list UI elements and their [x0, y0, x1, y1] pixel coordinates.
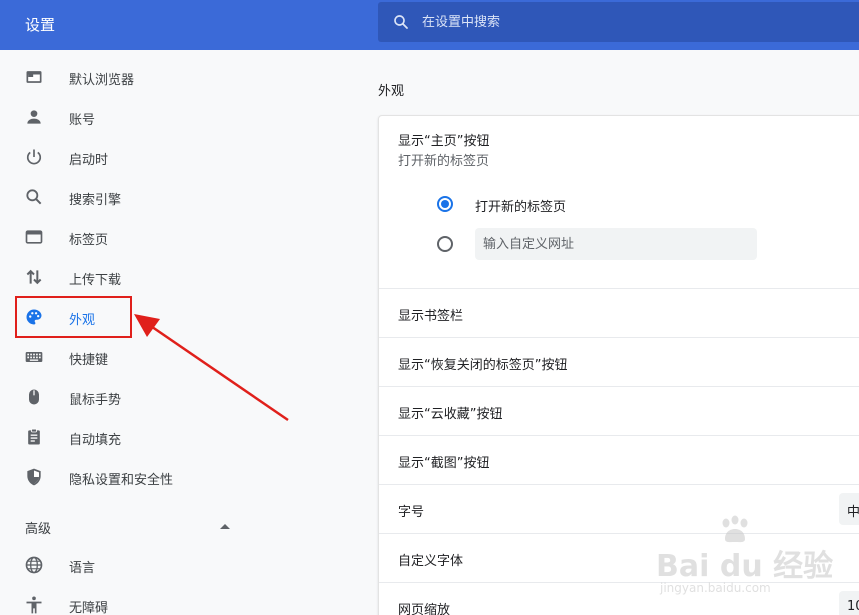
row-label: 自定义字体 — [398, 554, 464, 569]
radio-button[interactable] — [437, 236, 453, 252]
person-icon — [27, 110, 41, 124]
sidebar-item-default-browser[interactable]: 默认浏览器 — [0, 57, 260, 97]
section-title: 外观 — [378, 84, 405, 99]
annotation-arrow-icon — [134, 314, 289, 422]
top-bar: 设置 — [0, 0, 859, 50]
sidebar-item-startup[interactable]: 启动时 — [0, 137, 260, 177]
row-screenshot-button[interactable]: 显示“截图”按钮 — [379, 435, 859, 484]
row-label: 显示“云收藏”按钮 — [398, 407, 503, 422]
sidebar-item-label: 快捷键 — [69, 353, 109, 368]
annotation-highlight-box — [15, 296, 132, 338]
advanced-section-label: 高级 — [25, 522, 52, 537]
row-label: 显示“截图”按钮 — [398, 456, 490, 471]
home-button-title: 显示“主页”按钮 — [398, 134, 490, 149]
search-icon — [394, 15, 408, 29]
sidebar-item-label: 默认浏览器 — [69, 73, 135, 88]
sidebar-item-label: 无障碍 — [69, 601, 109, 615]
row-bookmarks-bar[interactable]: 显示书签栏 — [379, 288, 859, 337]
watermark-brand: Bai du 经验 — [656, 549, 834, 584]
custom-url-input[interactable] — [475, 228, 757, 260]
sidebar-item-label: 上传下载 — [69, 273, 122, 288]
search-icon — [26, 189, 42, 205]
clipboard-icon — [28, 428, 40, 445]
sidebar-item-upload-download[interactable]: 上传下载 — [0, 257, 260, 297]
browser-window-icon — [26, 71, 42, 83]
page-title: 设置 — [25, 16, 56, 34]
radio-new-tab[interactable]: 打开新的标签页 — [437, 189, 837, 219]
row-restore-tab-button[interactable]: 显示“恢复关闭的标签页”按钮 — [379, 337, 859, 386]
sidebar-item-account[interactable]: 账号 — [0, 97, 260, 137]
accessibility-icon — [26, 596, 42, 614]
tab-window-icon — [25, 230, 43, 244]
row-label: 显示书签栏 — [398, 309, 464, 324]
row-label: 字号 — [398, 505, 425, 520]
sidebar-item-label: 语言 — [69, 561, 96, 576]
row-label: 网页缩放 — [398, 603, 451, 615]
upload-download-icon — [26, 269, 42, 285]
watermark-url: jingyan.baidu.com — [660, 581, 771, 595]
sidebar-item-label: 启动时 — [69, 153, 109, 168]
sidebar-item-label: 搜索引擎 — [69, 193, 122, 208]
radio-label: 打开新的标签页 — [475, 200, 567, 215]
search-input[interactable] — [422, 10, 842, 34]
sidebar-item-label: 账号 — [69, 113, 96, 128]
baidu-watermark: Bai du 经验 jingyan.baidu.com — [656, 515, 856, 605]
sidebar-item-search-engine[interactable]: 搜索引擎 — [0, 177, 260, 217]
sidebar-item-label: 自动填充 — [69, 433, 122, 448]
sidebar-item-language[interactable]: 语言 — [0, 545, 260, 585]
globe-icon — [25, 556, 43, 574]
search-box[interactable] — [378, 2, 859, 42]
mouse-icon — [29, 389, 39, 405]
sidebar-item-label: 隐私设置和安全性 — [69, 473, 174, 488]
row-label: 显示“恢复关闭的标签页”按钮 — [398, 358, 568, 373]
sidebar-item-tabs[interactable]: 标签页 — [0, 217, 260, 257]
sidebar-item-accessibility[interactable]: 无障碍 — [0, 585, 260, 615]
keyboard-icon — [25, 352, 43, 362]
sidebar-item-label: 标签页 — [69, 233, 109, 248]
collapse-triangle-icon[interactable] — [214, 516, 236, 536]
power-icon — [26, 149, 42, 165]
row-cloud-favorites-button[interactable]: 显示“云收藏”按钮 — [379, 386, 859, 435]
home-button-subtitle: 打开新的标签页 — [398, 154, 490, 169]
shield-icon — [27, 468, 41, 486]
radio-button-checked[interactable] — [437, 196, 453, 212]
sidebar-item-privacy[interactable]: 隐私设置和安全性 — [0, 457, 260, 497]
sidebar-item-label: 鼠标手势 — [69, 393, 122, 408]
